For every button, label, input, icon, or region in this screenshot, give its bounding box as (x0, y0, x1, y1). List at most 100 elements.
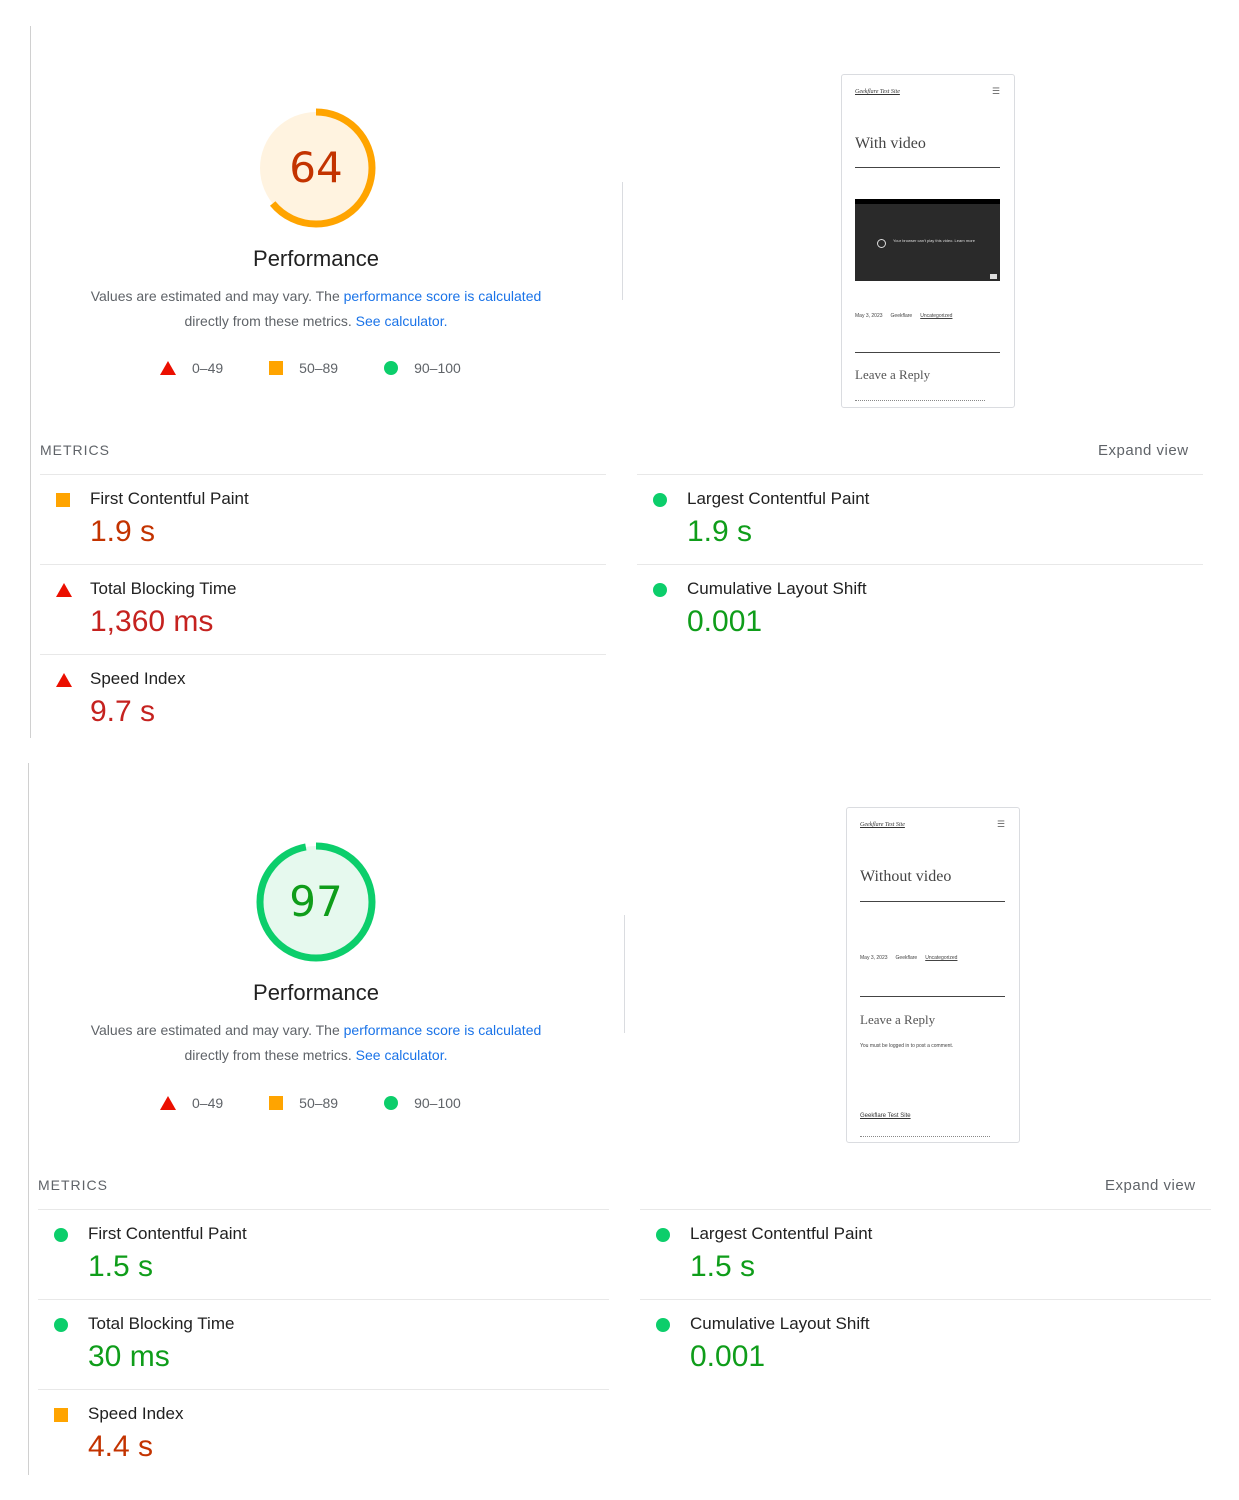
thumb-heading: Without video (860, 868, 952, 885)
meta-author: Geekflare (895, 955, 918, 961)
metric-lcp: Largest Contentful Paint 1.9 s (637, 474, 1203, 564)
final-screenshot: Geekflare Test Site ☰ Without video May … (846, 807, 1020, 1143)
metric-name: Cumulative Layout Shift (690, 1314, 870, 1333)
performance-title: Performance (253, 980, 379, 1005)
triangle-icon (56, 583, 72, 597)
thumb-rule (855, 352, 1000, 353)
fullscreen-icon (990, 274, 997, 279)
metric-si: Speed Index 9.7 s (40, 654, 606, 744)
desc-prefix: Values are estimated and may vary. The (90, 1022, 344, 1038)
circle-icon (653, 493, 667, 507)
score-description: Values are estimated and may vary. The p… (60, 1018, 572, 1068)
section-divider (622, 182, 623, 300)
metric-name: First Contentful Paint (90, 489, 249, 508)
legend-pass: 90–100 (384, 1095, 461, 1111)
expand-view-button[interactable]: Expand view (1105, 1177, 1196, 1194)
see-calculator-link[interactable]: See calculator. (356, 313, 448, 329)
metric-name: Speed Index (90, 669, 186, 688)
metric-name: First Contentful Paint (88, 1224, 247, 1243)
metric-name: Speed Index (88, 1404, 184, 1423)
triangle-icon (160, 1096, 176, 1110)
thumb-reply-heading: Leave a Reply (860, 1012, 936, 1027)
thumb-comment-note: You must be logged in to post a comment. (860, 1043, 954, 1049)
metric-si: Speed Index 4.4 s (38, 1389, 609, 1479)
meta-category: Uncategorized (920, 313, 953, 319)
metrics-label: METRICS (40, 442, 110, 458)
thumb-rule (860, 996, 1005, 997)
lighthouse-report-with-video: 64 Performance Values are estimated and … (0, 0, 1239, 738)
thumb-cutoff-text (860, 1136, 990, 1137)
metric-value: 1.5 s (88, 1250, 154, 1283)
metric-lcp: Largest Contentful Paint 1.5 s (640, 1209, 1211, 1299)
thumb-meta: May 3, 2023 Geekflare Uncategorized (860, 955, 957, 961)
report-left-border (28, 763, 29, 1475)
circle-icon (656, 1228, 670, 1242)
expand-view-button[interactable]: Expand view (1098, 442, 1189, 459)
meta-date: May 3, 2023 (855, 313, 883, 319)
legend-average: 50–89 (269, 360, 338, 376)
metric-fcp: First Contentful Paint 1.9 s (40, 474, 606, 564)
metric-value: 9.7 s (90, 695, 156, 728)
score-legend: 0–49 50–89 90–100 (160, 1093, 507, 1113)
meta-date: May 3, 2023 (860, 955, 888, 961)
square-icon (56, 493, 70, 507)
metric-name: Total Blocking Time (88, 1314, 235, 1333)
metric-tbt: Total Blocking Time 1,360 ms (40, 564, 606, 654)
circle-icon (656, 1318, 670, 1332)
desc-prefix: Values are estimated and may vary. The (90, 288, 344, 304)
metric-value: 1.5 s (690, 1250, 756, 1283)
see-calculator-link[interactable]: See calculator. (356, 1047, 448, 1063)
square-icon (269, 361, 284, 375)
legend-average: 50–89 (269, 1095, 338, 1111)
metric-name: Largest Contentful Paint (690, 1224, 873, 1243)
triangle-icon (56, 673, 72, 687)
performance-gauge: 64 (254, 106, 378, 230)
meta-author: Geekflare (890, 313, 913, 319)
metric-value: 0.001 (687, 605, 763, 638)
circle-icon (384, 1096, 399, 1110)
score-description: Values are estimated and may vary. The p… (60, 284, 572, 334)
info-icon (877, 239, 886, 248)
final-screenshot: Geekflare Test Site ☰ With video Your br… (841, 74, 1015, 408)
legend-fail: 0–49 (160, 1095, 223, 1111)
metric-cls: Cumulative Layout Shift 0.001 (637, 564, 1203, 654)
performance-score: 97 (289, 877, 343, 926)
performance-score: 64 (289, 143, 343, 192)
performance-gauge: 97 (254, 840, 378, 964)
thumb-meta: May 3, 2023 Geekflare Uncategorized (855, 313, 952, 319)
legend-fail: 0–49 (160, 360, 223, 376)
hamburger-icon: ☰ (991, 86, 1000, 96)
metric-tbt: Total Blocking Time 30 ms (38, 1299, 609, 1389)
legend-average-label: 50–89 (299, 1095, 339, 1111)
performance-title: Performance (253, 246, 379, 271)
metric-name: Total Blocking Time (90, 579, 237, 598)
report-left-border (30, 26, 31, 738)
thumb-rule (860, 901, 1005, 902)
thumb-reply-heading: Leave a Reply (855, 367, 931, 382)
video-message: Your browser can't play this video. Lear… (893, 238, 975, 243)
performance-score-link[interactable]: performance score is calculated (344, 1022, 542, 1038)
hamburger-icon: ☰ (996, 819, 1005, 829)
metric-value: 1.9 s (90, 515, 156, 548)
legend-average-label: 50–89 (299, 360, 339, 376)
metric-cls: Cumulative Layout Shift 0.001 (640, 1299, 1211, 1389)
square-icon (269, 1096, 284, 1110)
thumb-site-name: Geekflare Test Site (855, 89, 900, 95)
thumb-cutoff-text (855, 400, 985, 401)
lighthouse-report-without-video: 97 Performance Values are estimated and … (0, 735, 1239, 1475)
legend-pass: 90–100 (384, 360, 461, 376)
metric-value: 30 ms (88, 1340, 170, 1373)
metric-value: 4.4 s (88, 1430, 154, 1463)
section-divider (624, 915, 625, 1033)
circle-icon (653, 583, 667, 597)
score-legend: 0–49 50–89 90–100 (160, 358, 507, 378)
thumb-rule (855, 167, 1000, 168)
metrics-label: METRICS (38, 1177, 108, 1193)
thumb-site-name: Geekflare Test Site (860, 822, 905, 828)
thumb-video: Your browser can't play this video. Lear… (855, 199, 1000, 281)
thumb-footer-site: Geekflare Test Site (860, 1113, 911, 1119)
performance-score-link[interactable]: performance score is calculated (344, 288, 542, 304)
metric-fcp: First Contentful Paint 1.5 s (38, 1209, 609, 1299)
metric-value: 0.001 (690, 1340, 766, 1373)
legend-pass-label: 90–100 (414, 1095, 461, 1111)
